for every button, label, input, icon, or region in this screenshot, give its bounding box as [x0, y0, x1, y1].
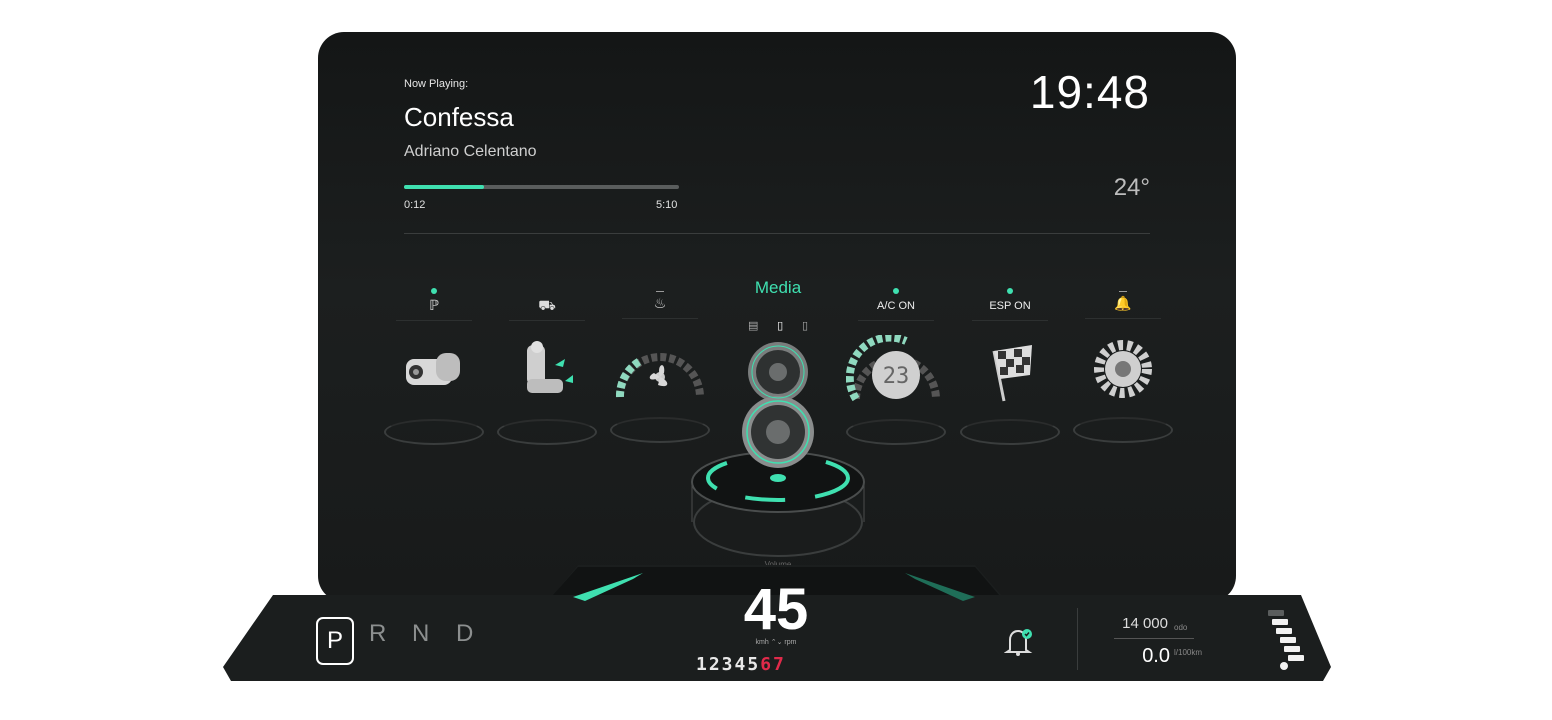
tile-separator [396, 320, 472, 321]
tile-base-ring [1073, 417, 1173, 443]
header-divider [404, 233, 1150, 234]
status-indicator [893, 288, 899, 294]
status-indicator [431, 288, 437, 294]
status-indicator [1119, 291, 1127, 292]
cluster-divider [1077, 608, 1078, 670]
tile-esp-art [960, 335, 1060, 405]
tile-ac-art: 23 [845, 333, 946, 405]
consumption-unit: l/100km [1174, 648, 1203, 657]
tile-base-ring [610, 417, 710, 443]
track-duration: 5:10 [656, 199, 678, 211]
odometer-unit: odo [1174, 623, 1188, 632]
fuel-segment [1284, 646, 1300, 652]
tile-ac-label: A/C ON [877, 300, 915, 312]
gear-drive[interactable]: D [456, 620, 473, 648]
parking-sensor-icon: ℙ [429, 297, 439, 313]
phone-icon[interactable]: ▯ [777, 319, 783, 332]
speed-readout: 45 [743, 577, 809, 642]
odometer-value: 14 000 [1122, 615, 1168, 632]
gear-indicator-redline: 67 [760, 654, 786, 675]
gear-park[interactable]: P [316, 617, 354, 665]
tile-separator [1085, 318, 1161, 319]
playback-progress-fill [404, 185, 484, 189]
tile-parking-art [384, 335, 484, 405]
infotainment-screen: Now Playing: Confessa Adriano Celentano … [318, 32, 1236, 602]
tile-seat[interactable]: ⛟ [497, 288, 597, 445]
status-indicator [656, 291, 664, 292]
tile-alerts[interactable]: 🔔 [1073, 288, 1173, 443]
song-artist: Adriano Celentano [404, 143, 537, 160]
tile-base-ring [497, 419, 597, 445]
tile-esp[interactable]: ESP ON [960, 288, 1060, 445]
fuel-segment [1280, 637, 1296, 643]
notification-bell-icon[interactable] [1004, 626, 1034, 658]
odometer-divider [1114, 638, 1194, 639]
now-playing-label: Now Playing: [404, 78, 469, 90]
gear-neutral[interactable]: N [412, 620, 429, 648]
tile-base-ring [846, 419, 946, 445]
tile-seat-art [497, 335, 597, 405]
bell-icon: 🔔 [1114, 295, 1132, 311]
tile-esp-label: ESP ON [989, 300, 1031, 312]
media-title[interactable]: Media [736, 278, 820, 298]
fuel-segment [1268, 610, 1284, 616]
ac-temperature-value: 23 [883, 364, 910, 389]
tile-fan[interactable]: ♨ [610, 288, 710, 443]
fuel-gauge [1268, 610, 1304, 670]
car-icon: ⛟ [538, 297, 556, 313]
fuel-segment [1288, 655, 1304, 661]
status-indicator [1007, 288, 1013, 294]
outside-temperature: 24° [1113, 174, 1150, 201]
tile-parking[interactable]: ℙ [384, 288, 484, 445]
tile-alerts-art [1073, 333, 1173, 403]
fuel-segment [1276, 628, 1292, 634]
gear-reverse[interactable]: R [369, 620, 386, 648]
tile-base-ring [960, 419, 1060, 445]
tile-separator [622, 318, 698, 319]
song-title[interactable]: Confessa [404, 102, 514, 133]
gear-indicator: 1234567 [696, 654, 786, 675]
media-source-selector: ▤ ▯ ▯ [748, 319, 808, 332]
elapsed-time: 0:12 [404, 199, 426, 211]
tile-base-ring [384, 419, 484, 445]
tile-ac[interactable]: A/C ON 23 [845, 288, 946, 445]
speed-units-toggle[interactable]: kmh ⌃⌄ rpm [700, 638, 852, 646]
clock: 19:48 [1029, 66, 1150, 118]
tile-fan-art [610, 333, 710, 403]
tile-separator [972, 320, 1048, 321]
consumption-value: 0.0 [1142, 645, 1170, 667]
gear-indicator-normal: 12345 [696, 654, 761, 675]
tile-separator [858, 320, 934, 321]
tile-separator [509, 320, 585, 321]
radio-icon[interactable]: ▤ [748, 319, 758, 332]
playback-progress-bar[interactable] [404, 185, 679, 189]
fuel-segment [1272, 619, 1288, 625]
fuel-pump-icon [1280, 662, 1288, 670]
heater-icon: ♨ [653, 295, 667, 311]
tablet-icon[interactable]: ▯ [802, 319, 808, 332]
